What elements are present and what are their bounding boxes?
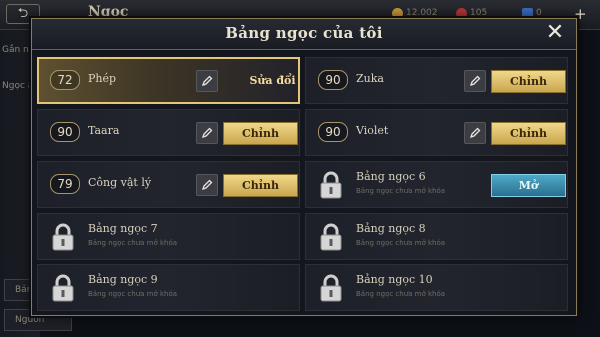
lock-icon — [320, 274, 342, 302]
close-button[interactable]: ✕ — [542, 22, 568, 46]
lock-icon — [320, 223, 342, 251]
slot-name: Bảng ngọc 8 — [356, 222, 426, 235]
slot-name: Công vật lý — [88, 176, 152, 189]
slot-status: Bảng ngọc chưa mở khóa — [356, 187, 446, 195]
slot-name: Bảng ngọc 7 — [88, 222, 158, 235]
coin-count: 12.002 — [406, 8, 438, 18]
modal-header: Bảng ngọc của tôi ✕ — [32, 19, 576, 50]
level-badge: 90 — [50, 122, 80, 142]
slot-name: Bảng ngọc 9 — [88, 273, 158, 286]
edit-button[interactable]: Chỉnh — [223, 122, 298, 145]
lock-icon — [320, 171, 342, 199]
edit-button[interactable]: Chỉnh — [491, 70, 566, 93]
slot-status: Bảng ngọc chưa mở khóa — [88, 239, 178, 247]
edit-icon[interactable] — [464, 122, 486, 144]
edit-button[interactable]: Chỉnh — [491, 122, 566, 145]
slot-name: Zuka — [356, 72, 384, 85]
edit-button[interactable]: Chỉnh — [223, 174, 298, 197]
slot-name: Bảng ngọc 6 — [356, 170, 426, 183]
rune-page-slot-8[interactable]: Bảng ngọc 8 Bảng ngọc chưa mở khóa — [305, 213, 568, 260]
slot-name: Violet — [356, 124, 389, 137]
background-label: Gắn ng — [2, 45, 35, 55]
slot-status: Bảng ngọc chưa mở khóa — [88, 290, 178, 298]
edit-icon[interactable] — [196, 122, 218, 144]
lock-icon — [52, 223, 74, 251]
rune-page-slot-7[interactable]: Bảng ngọc 7 Bảng ngọc chưa mở khóa — [37, 213, 300, 260]
edit-icon[interactable] — [464, 70, 486, 92]
edit-icon[interactable] — [196, 70, 218, 92]
background-label: Ngọc a — [2, 81, 34, 91]
rune-page-slot-4[interactable]: 90 Violet Chỉnh — [305, 109, 568, 156]
voucher-count: 0 — [536, 8, 542, 18]
rune-page-slot-1[interactable]: 72 Phép Sửa đổi — [37, 57, 300, 104]
lock-icon — [52, 274, 74, 302]
level-badge: 72 — [50, 70, 80, 90]
gem-count: 105 — [470, 8, 488, 18]
slot-status: Bảng ngọc chưa mở khóa — [356, 290, 446, 298]
level-badge: 79 — [50, 174, 80, 194]
edit-icon[interactable] — [196, 174, 218, 196]
rune-page-modal: Bảng ngọc của tôi ✕ 72 Phép Sửa đổi 90 Z… — [31, 18, 577, 316]
modal-title: Bảng ngọc của tôi — [225, 24, 383, 42]
rune-page-slot-9[interactable]: Bảng ngọc 9 Bảng ngọc chưa mở khóa — [37, 264, 300, 311]
level-badge: 90 — [318, 122, 348, 142]
unlock-button[interactable]: Mở — [491, 174, 566, 197]
rune-page-slot-2[interactable]: 90 Zuka Chỉnh — [305, 57, 568, 104]
rune-page-slot-6[interactable]: Bảng ngọc 6 Bảng ngọc chưa mở khóa Mở — [305, 161, 568, 208]
slot-name: Taara — [88, 124, 120, 137]
rune-page-slot-5[interactable]: 79 Công vật lý Chỉnh — [37, 161, 300, 208]
modify-button[interactable]: Sửa đổi — [235, 70, 310, 93]
rune-page-slot-3[interactable]: 90 Taara Chỉnh — [37, 109, 300, 156]
level-badge: 90 — [318, 70, 348, 90]
rune-page-slot-10[interactable]: Bảng ngọc 10 Bảng ngọc chưa mở khóa — [305, 264, 568, 311]
slot-name: Phép — [88, 72, 117, 85]
slot-name: Bảng ngọc 10 — [356, 273, 433, 286]
slot-status: Bảng ngọc chưa mở khóa — [356, 239, 446, 247]
